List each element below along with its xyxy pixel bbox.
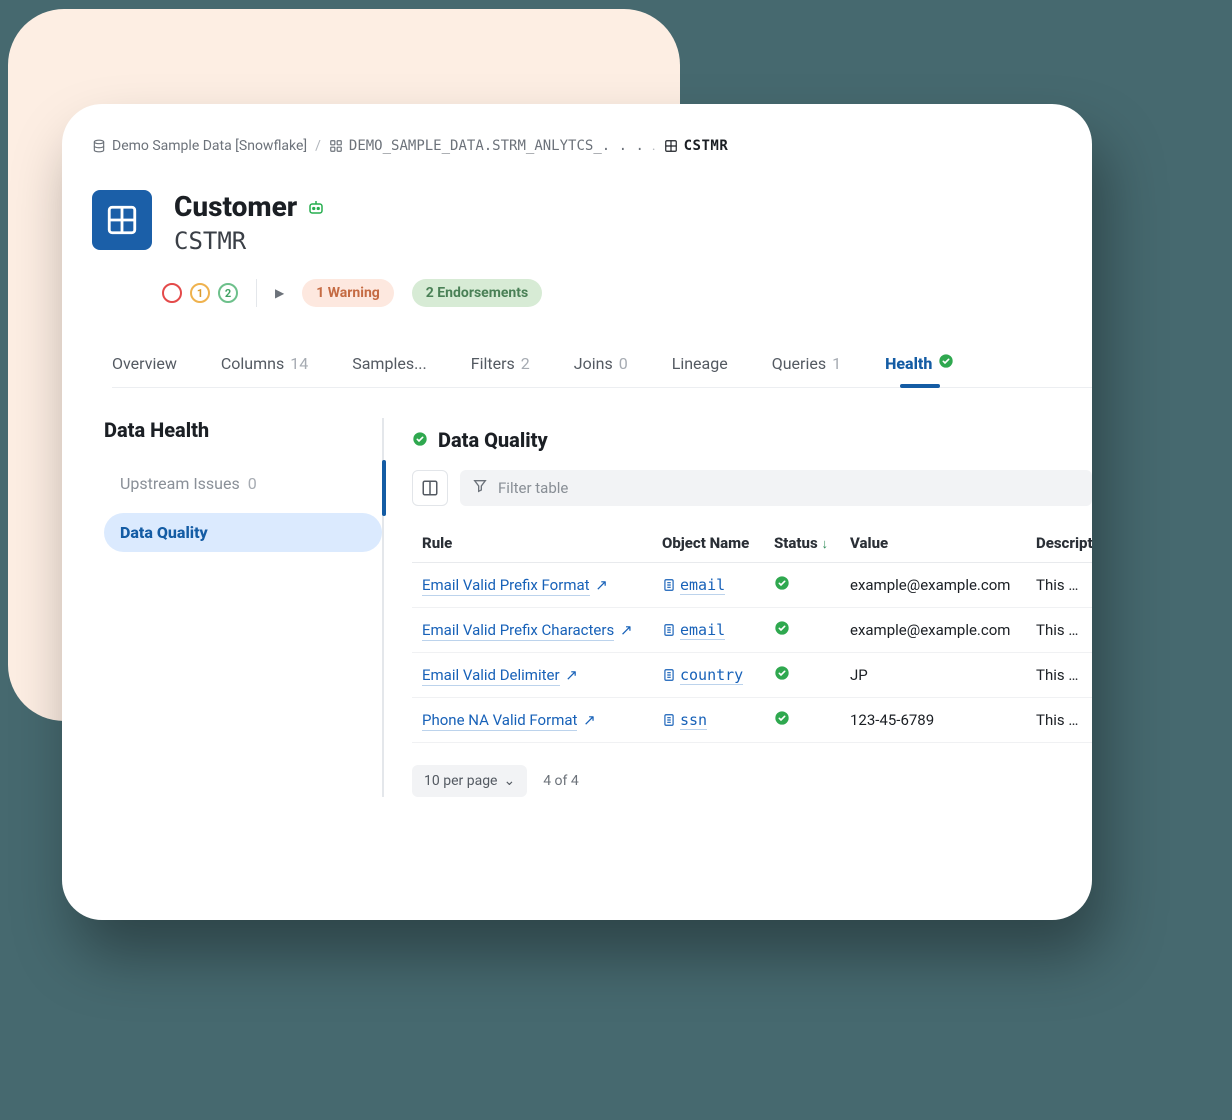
tab-bar: Overview Columns 14 Samples... Filters 2… [112, 353, 1092, 388]
column-header-rule[interactable]: Rule [412, 524, 652, 563]
column-icon [662, 576, 680, 594]
external-link-icon: ↗ [565, 666, 578, 684]
column-header-value[interactable]: Value [840, 524, 1026, 563]
value-cell: example@example.com [840, 608, 1026, 653]
object-link[interactable]: email [680, 576, 725, 595]
check-circle-icon [774, 667, 790, 685]
arrow-down-icon: ↓ [821, 537, 828, 552]
value-cell: 123-45-6789 [840, 698, 1026, 743]
chevron-down-icon: ⌄ [503, 773, 515, 789]
rule-link[interactable]: Email Valid Delimiter [422, 666, 560, 686]
description-cell: This rule c [1026, 653, 1092, 698]
tab-filters[interactable]: Filters 2 [471, 353, 530, 373]
tab-health[interactable]: Health [885, 353, 954, 373]
table-icon [664, 139, 678, 153]
rule-link[interactable]: Phone NA Valid Format [422, 711, 577, 731]
check-circle-icon [774, 712, 790, 730]
external-link-icon: ↗ [595, 576, 608, 594]
tab-joins[interactable]: Joins 0 [574, 353, 628, 373]
object-link[interactable]: email [680, 621, 725, 640]
rule-link[interactable]: Email Valid Prefix Characters [422, 621, 614, 641]
breadcrumb: Demo Sample Data [Snowflake] / DEMO_SAMP… [92, 138, 1092, 154]
external-link-icon: ↗ [620, 621, 633, 639]
health-sidebar: Data Health Upstream Issues 0 Data Quali… [92, 418, 382, 797]
table-row: Email Valid Prefix Format ↗ email example@… [412, 563, 1092, 608]
page-title: Customer [174, 190, 297, 223]
column-header-status[interactable]: Status ↓ [764, 524, 840, 563]
page-count-label: 4 of 4 [543, 773, 579, 789]
breadcrumb-schema-label: DEMO_SAMPLE_DATA.STRM_ANLYTCS_. . . [349, 138, 644, 154]
sidebar-item-label: Upstream Issues [120, 474, 240, 493]
panel-title-label: Data Quality [438, 428, 548, 452]
filter-icon [472, 478, 488, 498]
app-window: Demo Sample Data [Snowflake] / DEMO_SAMP… [62, 104, 1092, 920]
breadcrumb-root-label: Demo Sample Data [Snowflake] [112, 138, 307, 154]
status-counts: 1 2 [162, 283, 238, 303]
layout-toggle-button[interactable] [412, 470, 448, 506]
vertical-divider [256, 279, 257, 307]
object-link[interactable]: ssn [680, 711, 707, 730]
robot-icon [307, 190, 325, 223]
sidebar-item-data-quality[interactable]: Data Quality [104, 513, 382, 552]
panel-main: Data Quality Filter table [382, 418, 1092, 797]
column-icon [662, 621, 680, 639]
check-circle-icon [938, 353, 954, 373]
count-warnings[interactable]: 1 [190, 283, 210, 303]
check-circle-icon [774, 622, 790, 640]
caret-right-icon[interactable]: ▶ [275, 286, 284, 300]
description-cell: This rule c [1026, 608, 1092, 653]
description-cell: This rule c [1026, 563, 1092, 608]
column-header-object[interactable]: Object Name [652, 524, 764, 563]
endorsements-pill[interactable]: 2 Endorsements [412, 279, 542, 307]
filter-placeholder: Filter table [498, 479, 568, 497]
column-icon [662, 666, 680, 684]
table-row: Email Valid Prefix Characters ↗ email exam… [412, 608, 1092, 653]
rule-link[interactable]: Email Valid Prefix Format [422, 576, 590, 596]
warning-pill[interactable]: 1 Warning [302, 279, 394, 307]
page-size-label: 10 per page [424, 773, 497, 789]
breadcrumb-schema[interactable]: DEMO_SAMPLE_DATA.STRM_ANLYTCS_. . . [329, 138, 644, 154]
object-link[interactable]: country [680, 666, 743, 685]
tab-samples[interactable]: Samples... [352, 353, 427, 373]
external-link-icon: ↗ [583, 711, 596, 729]
tab-overview[interactable]: Overview [112, 353, 177, 373]
check-circle-icon [774, 577, 790, 595]
filter-input[interactable]: Filter table [460, 470, 1092, 506]
active-section-indicator [382, 460, 386, 516]
sidebar-heading: Data Health [104, 418, 382, 442]
tab-queries[interactable]: Queries 1 [772, 353, 841, 373]
sidebar-item-upstream[interactable]: Upstream Issues 0 [104, 464, 382, 503]
count-errors[interactable] [162, 283, 182, 303]
breadcrumb-root[interactable]: Demo Sample Data [Snowflake] [92, 138, 307, 154]
breadcrumb-separator: / [315, 138, 321, 154]
schema-icon [329, 139, 343, 153]
table-row: Email Valid Delimiter ↗ country JPThis rul… [412, 653, 1092, 698]
column-icon [662, 711, 680, 729]
breadcrumb-object[interactable]: CSTMR [664, 138, 729, 154]
column-header-description[interactable]: Description [1026, 524, 1092, 563]
tab-lineage[interactable]: Lineage [672, 353, 728, 373]
count-endorsements[interactable]: 2 [218, 283, 238, 303]
sidebar-item-label: Data Quality [120, 523, 208, 542]
value-cell: example@example.com [840, 563, 1026, 608]
breadcrumb-object-label: CSTMR [684, 138, 729, 154]
page-size-selector[interactable]: 10 per page ⌄ [412, 765, 527, 797]
database-icon [92, 139, 106, 153]
check-circle-icon [412, 428, 428, 452]
description-cell: This rule c [1026, 698, 1092, 743]
value-cell: JP [840, 653, 1026, 698]
table-row: Phone NA Valid Format ↗ ssn 123-45-6789Thi… [412, 698, 1092, 743]
breadcrumb-separator: . [652, 138, 656, 154]
object-type-icon [92, 190, 152, 250]
data-quality-table: Rule Object Name Status ↓ Value Descript… [412, 524, 1092, 743]
page-subtitle-code: CSTMR [174, 227, 325, 255]
sidebar-item-count: 0 [248, 474, 257, 493]
tab-columns[interactable]: Columns 14 [221, 353, 308, 373]
